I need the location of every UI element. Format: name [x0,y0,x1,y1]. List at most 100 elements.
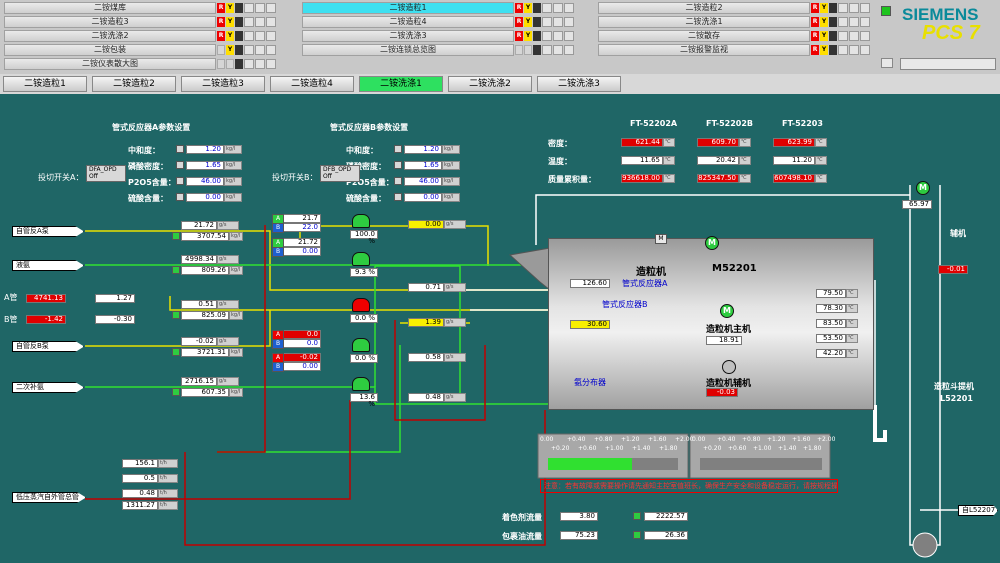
pipe-b-left: -1.42 [26,315,66,324]
elevator-pulley [912,532,938,558]
pipe-yellow-top [299,225,489,266]
steam-unit: t/h [158,501,178,510]
scale-left-bar-rest [632,458,678,470]
param-status [394,177,402,185]
switch-b[interactable]: DFB_OPD Off [320,165,360,182]
aux-motor-value: -0.03 [706,388,738,397]
param-unit: kg/l [224,161,242,170]
flow-bottom: 809.26 [181,266,229,275]
ft-unit: ℃ [739,156,751,165]
scale-tick: +0.20 [551,445,570,452]
controller-sp[interactable]: -0.02 [283,353,321,362]
elevator-motor-button[interactable]: M [916,181,930,195]
inlet-label[interactable]: 自管反A泵 [12,226,84,237]
granulator-tag: M52201 [712,263,757,274]
line-unit: g/s [444,353,466,362]
param-status [394,193,402,201]
ft-row-label: 质量累积量： [548,175,596,184]
controller-pv: 0.00 [283,362,321,371]
scale-tick: +1.20 [621,436,640,443]
mode-indicator: B [272,362,284,372]
steam-value: 156.1 [122,459,158,468]
param-value[interactable]: 0.00 [186,193,224,202]
flow-unit: g/s [217,221,239,230]
switch-a[interactable]: DFA_OPD Off [86,165,126,182]
param-unit: kg/l [442,161,460,170]
coating-status [633,531,641,539]
valve-opening: 13.6 % [350,393,378,408]
side-value: 78.30 [816,304,846,313]
side-value: 42.20 [816,349,846,358]
param-unit: kg/l [442,193,460,202]
ft-row-label: 密度： [548,139,572,148]
scale-tick: 0.00 [540,436,554,443]
steam-value: 0.5 [122,474,158,483]
control-valve-icon[interactable] [352,377,370,391]
param-value[interactable]: 46.00 [186,177,224,186]
steam-unit: t/h [158,459,178,468]
param-status [176,161,184,169]
ft-unit: ℃ [739,138,751,147]
steam-value: 0.48 [122,489,158,498]
pipe-red-steam [85,400,351,500]
inlet-label[interactable]: 低压蒸汽自外管总管 [12,492,86,503]
controller-sp[interactable]: 21.7 [283,214,321,223]
scale-tick: +0.60 [578,445,597,452]
param-value[interactable]: 0.00 [404,193,442,202]
granulator-value-2: 30.60 [570,320,610,329]
param-unit: kg/l [224,145,242,154]
scale-tick: +1.80 [659,445,678,452]
scale-tick: +1.00 [605,445,624,452]
param-value[interactable]: 1.65 [186,161,224,170]
side-unit: ℃ [846,349,858,358]
param-unit: kg/l [442,145,460,154]
controller-sp[interactable]: 0.0 [283,330,321,339]
flow-top: 4998.34 [181,255,217,264]
controller-pv: 0.0 [283,339,321,348]
pipe-a-label: A管 [4,293,18,302]
granulator-motor-button[interactable]: M [705,236,719,250]
param-unit: kg/l [442,177,460,186]
mode-indicator: B [272,247,284,257]
param-value[interactable]: 1.65 [404,161,442,170]
distributor-label: 氨分布器 [574,378,606,387]
scale-tick: +0.80 [742,436,761,443]
elevator-tag: L52201 [940,394,973,403]
control-valve-icon[interactable] [352,338,370,352]
aux-motor-button[interactable] [722,360,736,374]
ft-unit: ℃ [815,138,827,147]
line-unit: g/s [444,220,466,229]
controller-sp[interactable]: 21.72 [283,238,321,247]
control-valve-icon[interactable] [352,214,370,228]
alarm-banner: 注意：若有故障或需要操作请先通知主控室值班长，确保生产安全和设备稳定运行，请按规… [540,479,838,493]
scale-tick: +0.40 [717,436,736,443]
inlet-label[interactable]: 二次补氨 [12,382,84,393]
scale-tick: +1.20 [767,436,786,443]
pipe-red-b [184,410,546,546]
inlet-label[interactable]: 液氨 [12,260,84,271]
param-status [394,145,402,153]
pipe-red-c [394,320,486,421]
param-value[interactable]: 46.00 [404,177,442,186]
ft-header: FT-52202A [630,119,678,128]
param-b-title: 管式反应器B参数设置 [330,123,409,132]
scale-tick: +1.40 [632,445,651,452]
control-valve-icon[interactable] [352,252,370,266]
line-unit: g/s [444,318,466,327]
main-motor-button[interactable]: M [720,304,734,318]
granulator-value-1: 126.60 [570,279,610,288]
exit-l52207[interactable]: 自L52207 [958,505,998,516]
scale-tick: +1.00 [753,445,772,452]
scale-left-bar [548,458,632,470]
inlet-label[interactable]: 自管反B泵 [12,341,84,352]
flow-status [172,348,180,356]
control-valve-icon[interactable] [352,298,370,312]
coating-total: 26.36 [644,531,688,540]
flow-top: 2716.15 [181,377,217,386]
ft-value: 825347.50 [697,174,739,183]
flow-unit: g/s [217,300,239,309]
valve-opening: 0.0 % [350,354,378,363]
param-value[interactable]: 1.20 [404,145,442,154]
param-value[interactable]: 1.20 [186,145,224,154]
line-value: 1.39 [408,318,444,327]
